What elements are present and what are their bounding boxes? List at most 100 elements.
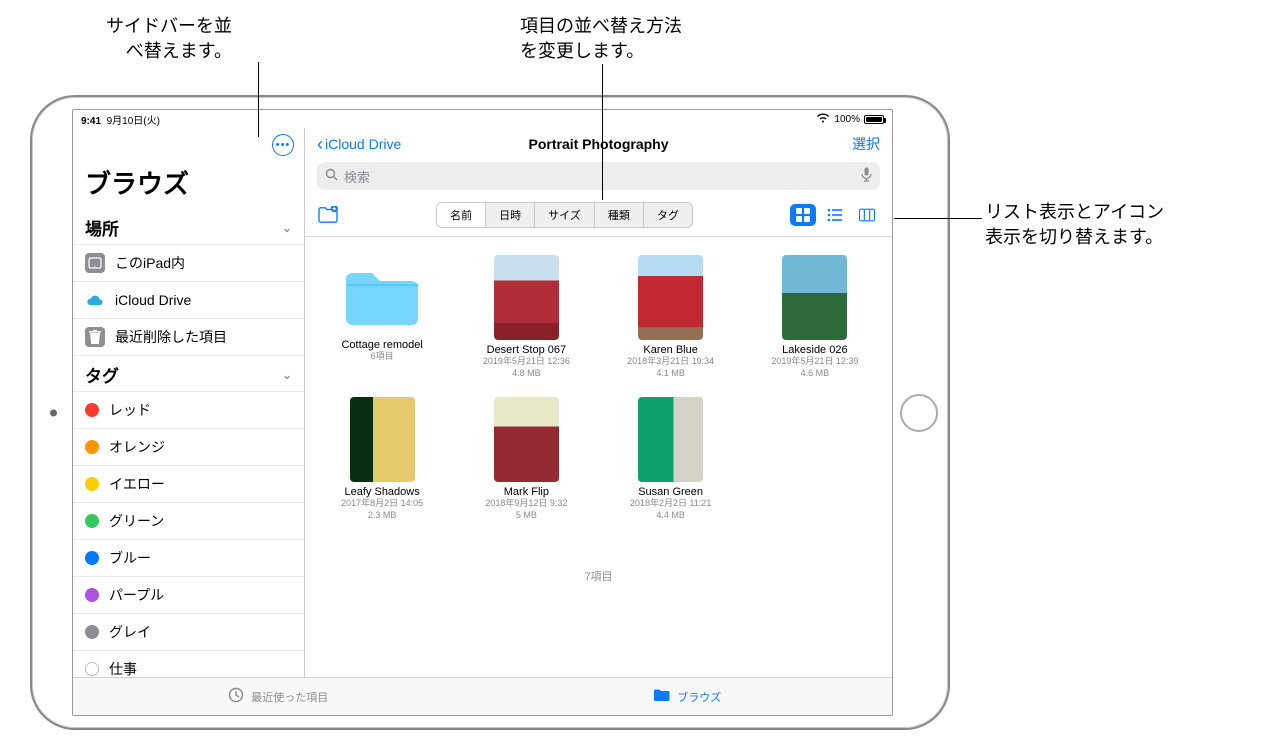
sort-seg-名前[interactable]: 名前 bbox=[437, 203, 486, 227]
tag-label: 仕事 bbox=[109, 659, 137, 679]
file-name: Desert Stop 067 bbox=[487, 344, 567, 356]
status-date: 9月10日(火) bbox=[107, 116, 160, 127]
file-meta: 2017年8月2日 14:052.3 MB bbox=[341, 498, 423, 521]
sort-seg-日時[interactable]: 日時 bbox=[486, 203, 535, 227]
battery-icon bbox=[864, 115, 884, 124]
sort-segmented-control: 名前日時サイズ種類タグ bbox=[436, 202, 693, 228]
tag-dot-icon bbox=[85, 440, 99, 454]
folder-icon bbox=[653, 687, 671, 706]
file-meta: 2019年5月21日 12:394.6 MB bbox=[771, 356, 858, 379]
tab-browse[interactable]: ブラウズ bbox=[483, 678, 893, 715]
tab-label: ブラウズ bbox=[677, 689, 721, 705]
tag-dot-icon bbox=[85, 403, 99, 417]
tags-list: レッドオレンジイエローグリーンブルーパープルグレイ仕事ホーム重要 bbox=[73, 391, 304, 716]
tags-header-label: タグ bbox=[85, 362, 119, 387]
file-thumbnail bbox=[494, 397, 559, 482]
cloud-icon bbox=[85, 290, 105, 310]
clock-icon bbox=[227, 687, 245, 706]
file-item[interactable]: Desert Stop 0672019年5月21日 12:364.8 MB bbox=[459, 255, 593, 379]
file-meta: 2019年5月21日 12:364.8 MB bbox=[483, 356, 570, 379]
sort-seg-サイズ[interactable]: サイズ bbox=[535, 203, 595, 227]
chevron-down-icon: ⌄ bbox=[282, 368, 292, 382]
folder-item[interactable]: Cottage remodel6項目 bbox=[315, 255, 449, 379]
location-recently-deleted[interactable]: 最近削除した項目 bbox=[73, 319, 304, 356]
toolbar: 名前日時サイズ種類タグ bbox=[305, 198, 892, 236]
location-icloud[interactable]: iCloud Drive bbox=[73, 282, 304, 319]
tag-dot-icon bbox=[85, 551, 99, 565]
tag-dot-icon bbox=[85, 477, 99, 491]
file-item[interactable]: Mark Flip2018年9月12日 9:325 MB bbox=[459, 397, 593, 521]
tag-label: ブルー bbox=[109, 548, 151, 568]
list-view-button[interactable] bbox=[822, 204, 848, 226]
tag-dot-icon bbox=[85, 514, 99, 528]
sort-seg-種類[interactable]: 種類 bbox=[595, 203, 644, 227]
battery-percent: 100% bbox=[834, 114, 860, 125]
file-meta: 2018年3月21日 19:344.1 MB bbox=[627, 356, 714, 379]
ellipsis-icon: ••• bbox=[276, 139, 291, 151]
file-thumbnail bbox=[638, 255, 703, 340]
tag-label: オレンジ bbox=[109, 437, 165, 457]
page-title: Portrait Photography bbox=[528, 136, 668, 152]
tag-row[interactable]: オレンジ bbox=[73, 429, 304, 466]
tag-row[interactable]: ブルー bbox=[73, 540, 304, 577]
back-label: iCloud Drive bbox=[325, 136, 401, 152]
locations-list: このiPad内 iCloud Drive 最近削除した項目 bbox=[73, 244, 304, 356]
tag-label: グレイ bbox=[109, 622, 151, 642]
tag-label: レッド bbox=[109, 400, 151, 420]
ipad-icon bbox=[85, 253, 105, 273]
ipad-screen: 9:41 9月10日(火) 100% ••• ブラウズ bbox=[72, 109, 893, 716]
select-button[interactable]: 選択 bbox=[852, 134, 880, 154]
home-button[interactable] bbox=[900, 394, 938, 432]
sidebar-more-button[interactable]: ••• bbox=[272, 134, 294, 156]
status-time: 9:41 bbox=[81, 116, 101, 127]
tag-row[interactable]: グリーン bbox=[73, 503, 304, 540]
tags-header[interactable]: タグ ⌄ bbox=[73, 356, 304, 391]
file-item[interactable]: Lakeside 0262019年5月21日 12:394.6 MB bbox=[748, 255, 882, 379]
sidebar-title: ブラウズ bbox=[73, 160, 304, 209]
back-button[interactable]: ‹ iCloud Drive bbox=[317, 135, 401, 153]
file-thumbnail bbox=[350, 397, 415, 482]
tag-label: グリーン bbox=[109, 511, 164, 531]
callout-sort-change: 項目の並べ替え方法 を変更します。 bbox=[520, 14, 682, 64]
file-name: Susan Green bbox=[638, 486, 703, 498]
callout-sidebar-sort: サイドバーを並 べ替えます。 bbox=[106, 14, 232, 64]
file-name: Cottage remodel bbox=[341, 339, 422, 351]
content-area: ‹ iCloud Drive Portrait Photography 選択 検… bbox=[305, 128, 892, 677]
callout-view-switch: リスト表示とアイコン 表示を切り替えます。 bbox=[985, 200, 1164, 250]
nav-bar: ‹ iCloud Drive Portrait Photography 選択 bbox=[305, 128, 892, 160]
file-item[interactable]: Susan Green2018年2月2日 11:214.4 MB bbox=[604, 397, 738, 521]
tag-row[interactable]: レッド bbox=[73, 391, 304, 429]
file-grid: Cottage remodel6項目Desert Stop 0672019年5月… bbox=[305, 237, 892, 528]
file-item[interactable]: Leafy Shadows2017年8月2日 14:052.3 MB bbox=[315, 397, 449, 521]
file-meta: 6項目 bbox=[371, 351, 394, 363]
locations-header[interactable]: 場所 ⌄ bbox=[73, 209, 304, 244]
folder-icon bbox=[342, 265, 422, 329]
tag-label: イエロー bbox=[109, 474, 165, 494]
file-name: Leafy Shadows bbox=[345, 486, 420, 498]
tab-recents[interactable]: 最近使った項目 bbox=[73, 678, 483, 715]
column-view-button[interactable] bbox=[854, 204, 880, 226]
tag-row[interactable]: パープル bbox=[73, 577, 304, 614]
chevron-left-icon: ‹ bbox=[317, 135, 323, 153]
tag-dot-icon bbox=[85, 588, 99, 602]
file-item[interactable]: Karen Blue2018年3月21日 19:344.1 MB bbox=[604, 255, 738, 379]
tag-circle-icon bbox=[85, 662, 99, 676]
location-label: iCloud Drive bbox=[115, 292, 191, 308]
file-meta: 2018年9月12日 9:325 MB bbox=[485, 498, 567, 521]
sidebar: ••• ブラウズ 場所 ⌄ このiPad内 bbox=[73, 128, 305, 677]
location-on-ipad[interactable]: このiPad内 bbox=[73, 244, 304, 282]
tag-row[interactable]: グレイ bbox=[73, 614, 304, 651]
ipad-frame: 9:41 9月10日(火) 100% ••• ブラウズ bbox=[30, 95, 950, 730]
microphone-icon[interactable] bbox=[861, 167, 872, 185]
new-folder-button[interactable] bbox=[317, 206, 339, 224]
file-name: Karen Blue bbox=[643, 344, 697, 356]
front-camera bbox=[50, 409, 57, 416]
locations-header-label: 場所 bbox=[85, 215, 119, 240]
search-field[interactable]: 検索 bbox=[317, 162, 880, 190]
status-bar: 9:41 9月10日(火) 100% bbox=[73, 110, 892, 128]
icon-view-button[interactable] bbox=[790, 204, 816, 226]
search-placeholder: 検索 bbox=[344, 167, 370, 186]
tag-row[interactable]: イエロー bbox=[73, 466, 304, 503]
sort-seg-タグ[interactable]: タグ bbox=[644, 203, 692, 227]
tag-dot-icon bbox=[85, 625, 99, 639]
